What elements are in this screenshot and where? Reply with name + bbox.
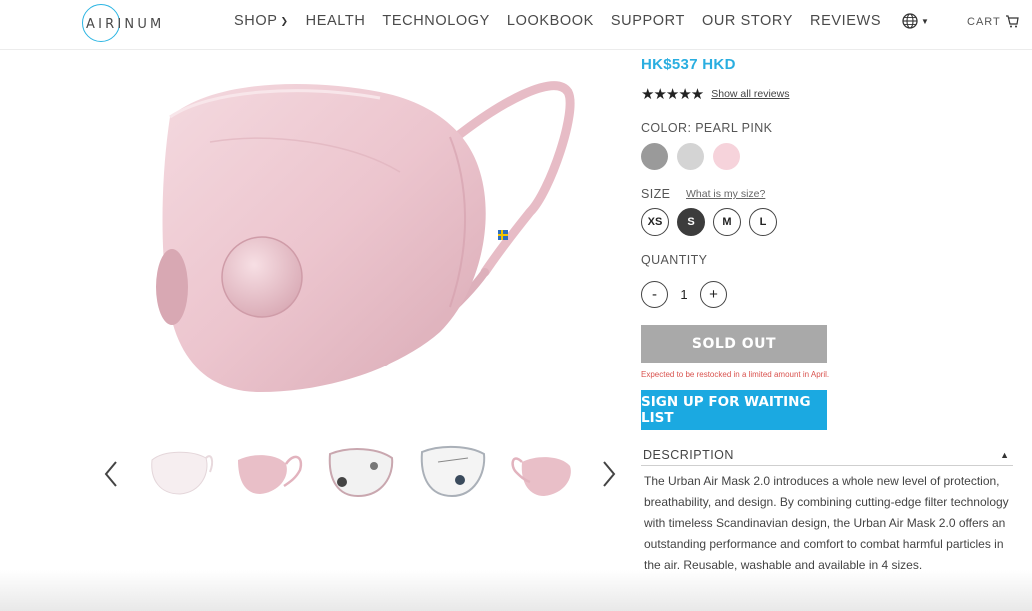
color-swatches xyxy=(641,143,740,170)
size-label: SIZE xyxy=(641,187,671,201)
airinum-logo[interactable]: AIRINUM xyxy=(82,4,182,42)
size-options: XS S M L xyxy=(641,208,777,236)
size-s-button[interactable]: S xyxy=(677,208,705,236)
mask-inside-valves-image xyxy=(328,448,394,498)
sold-out-button[interactable]: SOLD OUT xyxy=(641,325,827,363)
waiting-list-button[interactable]: SIGN UP FOR WAITING LIST xyxy=(641,390,827,430)
thumbnail-2[interactable] xyxy=(234,442,306,502)
caret-up-icon: ▲ xyxy=(1000,449,1009,460)
nav-lookbook-label: LOOKBOOK xyxy=(506,13,594,29)
color-swatch-grey[interactable] xyxy=(641,143,668,170)
color-label: COLOR: PEARL PINK xyxy=(641,121,773,135)
nav-support-label: SUPPORT xyxy=(610,13,685,29)
description-title: DESCRIPTION xyxy=(643,447,734,462)
nav-reviews-label: REVIEWS xyxy=(810,13,882,29)
size-guide-link[interactable]: What is my size? xyxy=(686,188,765,200)
nav-lookbook[interactable]: LOOKBOOK xyxy=(507,13,594,29)
thumbnail-5[interactable] xyxy=(508,442,580,502)
chevron-right-icon xyxy=(603,461,616,487)
nav-shop[interactable]: SHOP ❯ xyxy=(234,13,289,29)
rating-row: ★★★★★ Show all reviews xyxy=(641,85,789,103)
caret-down-icon: ▼ xyxy=(921,16,929,26)
description-text: The Urban Air Mask 2.0 introduces a whol… xyxy=(644,474,1009,572)
restock-note: Expected to be restocked in a limited am… xyxy=(641,370,830,379)
thumbnail-strip xyxy=(100,438,630,510)
product-price: HK$537 HKD xyxy=(641,56,736,73)
thumbnail-3[interactable] xyxy=(326,442,398,502)
quantity-value[interactable]: 1 xyxy=(668,287,700,302)
pink-mask-image xyxy=(156,81,575,392)
nav-our-story-label: OUR STORY xyxy=(701,13,794,29)
cart-link[interactable]: CART xyxy=(967,15,1019,28)
nav-our-story[interactable]: OUR STORY xyxy=(702,13,793,29)
next-image-button[interactable] xyxy=(598,456,620,492)
prev-image-button[interactable] xyxy=(100,456,122,492)
nav-support[interactable]: SUPPORT xyxy=(611,13,685,29)
bottom-fade xyxy=(0,570,1032,611)
show-all-reviews-link[interactable]: Show all reviews xyxy=(711,88,789,100)
size-l-button[interactable]: L xyxy=(749,208,777,236)
main-nav: SHOP ❯ HEALTH TECHNOLOGY LOOKBOOK SUPPOR… xyxy=(234,13,898,29)
language-selector[interactable]: ▼ xyxy=(902,12,932,30)
mask-side-pink-image xyxy=(238,455,303,494)
description-toggle[interactable]: DESCRIPTION ▲ xyxy=(641,444,1013,466)
quantity-increase-button[interactable]: + xyxy=(700,281,727,308)
size-xs-button[interactable]: XS xyxy=(641,208,669,236)
mask-inside-filters-image xyxy=(420,445,486,498)
globe-icon xyxy=(902,13,918,29)
color-swatch-light-grey[interactable] xyxy=(677,143,704,170)
chevron-left-icon xyxy=(104,461,117,487)
star-rating-icon: ★★★★★ xyxy=(641,86,704,103)
nav-health-label: HEALTH xyxy=(305,13,366,29)
nav-shop-label: SHOP xyxy=(234,13,278,29)
logo-text: AIRINUM xyxy=(86,17,165,32)
mask-side-pink-2-image xyxy=(511,457,571,496)
cart-icon xyxy=(1005,15,1019,28)
quantity-stepper: - 1 + xyxy=(641,281,727,308)
product-main-image[interactable] xyxy=(150,62,590,422)
site-header: AIRINUM SHOP ❯ HEALTH TECHNOLOGY LOOKBOO… xyxy=(0,0,1032,50)
nav-reviews[interactable]: REVIEWS xyxy=(810,13,881,29)
quantity-decrease-button[interactable]: - xyxy=(641,281,668,308)
chevron-down-icon: ❯ xyxy=(280,15,289,26)
thumbnail-4[interactable] xyxy=(418,442,490,502)
mask-front-white-image xyxy=(151,451,214,495)
nav-technology-label: TECHNOLOGY xyxy=(382,13,490,29)
cart-label: CART xyxy=(967,15,1001,28)
nav-health[interactable]: HEALTH xyxy=(306,13,366,29)
thumbnail-1[interactable] xyxy=(144,442,216,502)
nav-technology[interactable]: TECHNOLOGY xyxy=(382,13,490,29)
size-m-button[interactable]: M xyxy=(713,208,741,236)
quantity-label: QUANTITY xyxy=(641,253,708,267)
color-swatch-pearl-pink[interactable] xyxy=(713,143,740,170)
